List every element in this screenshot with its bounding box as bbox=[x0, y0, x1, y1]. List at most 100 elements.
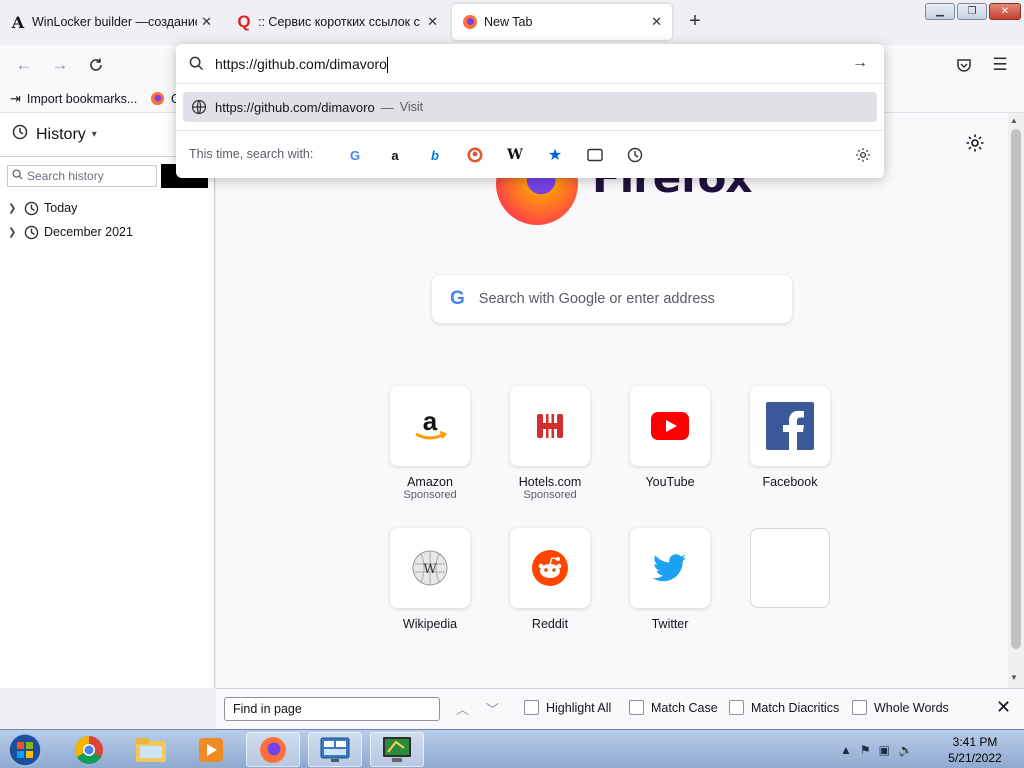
checkbox-box[interactable] bbox=[852, 700, 867, 715]
pocket-icon[interactable] bbox=[952, 53, 976, 77]
control-panel-icon[interactable] bbox=[308, 732, 362, 767]
history-group-december-2021[interactable]: ❯ December 2021 bbox=[8, 221, 133, 243]
restore-button[interactable]: ❐ bbox=[957, 3, 987, 20]
history-group-today[interactable]: ❯ Today bbox=[8, 197, 77, 219]
chevron-right-icon: ❯ bbox=[8, 202, 17, 214]
new-tab-button[interactable]: + bbox=[684, 10, 706, 34]
start-button[interactable] bbox=[3, 731, 47, 768]
show-hidden-icons-arrow[interactable]: ▲ bbox=[840, 743, 852, 757]
import-bookmarks-label: Import bookmarks... bbox=[26, 92, 138, 106]
system-tray: ▲ ⚑ ▣ 🔈 bbox=[840, 736, 921, 764]
shortcut-twitter[interactable]: Twitter bbox=[630, 528, 710, 631]
taskbar-clock[interactable]: 3:41 PM 5/21/2022 bbox=[935, 734, 1015, 766]
media-player-icon[interactable] bbox=[184, 732, 238, 767]
scrollbar-thumb[interactable] bbox=[1011, 129, 1021, 649]
history-group-label: December 2021 bbox=[44, 225, 133, 239]
tile-label: Hotels.com bbox=[518, 475, 582, 489]
tab-winlocker[interactable]: A WinLocker builder —создание ✕ bbox=[0, 4, 222, 40]
action-center-flag-icon[interactable]: ⚑ bbox=[860, 743, 871, 757]
shortcut-reddit[interactable]: Reddit bbox=[510, 528, 590, 631]
checkbox-box[interactable] bbox=[629, 700, 644, 715]
vertical-scrollbar[interactable]: ▲ ▼ bbox=[1008, 113, 1024, 688]
url-input[interactable]: https://github.com/dimavoro → bbox=[176, 44, 884, 84]
url-text-wrap: https://github.com/dimavoro bbox=[215, 56, 388, 74]
shortcut-hotels[interactable]: Hotels.com Sponsored bbox=[510, 386, 590, 501]
checkbox-label: Highlight All bbox=[546, 700, 612, 715]
shortcut-empty-slot[interactable] bbox=[750, 528, 830, 608]
network-icon[interactable]: ▣ bbox=[879, 743, 890, 757]
import-bookmarks-link[interactable]: ⇥ Import bookmarks... bbox=[10, 91, 137, 107]
search-placeholder: Search with Google or enter address bbox=[478, 291, 715, 307]
tabs-icon[interactable] bbox=[586, 146, 604, 164]
tab-short-links[interactable]: Q :: Сервис коротких ссылок с о ✕ bbox=[226, 4, 448, 40]
facebook-icon bbox=[750, 386, 830, 466]
wikipedia-icon[interactable]: W bbox=[506, 146, 524, 164]
clock-icon bbox=[22, 223, 40, 241]
tab-favicon-q: Q bbox=[237, 12, 251, 31]
amazon-icon[interactable]: a bbox=[386, 146, 404, 164]
close-icon[interactable]: ✕ bbox=[201, 14, 212, 30]
url-suggestion-row[interactable]: https://github.com/dimavoro — Visit bbox=[183, 92, 877, 122]
go-arrow-icon[interactable]: → bbox=[852, 54, 868, 72]
checkbox-box[interactable] bbox=[524, 700, 539, 715]
shortcut-youtube[interactable]: YouTube bbox=[630, 386, 710, 489]
tab-new-tab[interactable]: New Tab ✕ bbox=[452, 4, 672, 40]
find-in-page-input[interactable]: Find in page bbox=[224, 697, 440, 721]
minimize-button[interactable]: ▁ bbox=[925, 3, 955, 20]
checkbox-box[interactable] bbox=[729, 700, 744, 715]
monitor-app-icon[interactable] bbox=[370, 732, 424, 767]
volume-icon[interactable]: 🔈 bbox=[898, 743, 913, 757]
history-group-label: Today bbox=[44, 201, 78, 215]
back-arrow-icon[interactable]: ← bbox=[12, 53, 36, 77]
clock-icon bbox=[12, 124, 28, 145]
google-icon[interactable]: G bbox=[346, 146, 364, 164]
tile-label: Facebook bbox=[762, 475, 818, 489]
scroll-down-arrow[interactable]: ▼ bbox=[1010, 673, 1018, 682]
search-history-input[interactable]: Search history bbox=[7, 165, 157, 187]
firefox-icon[interactable] bbox=[246, 732, 300, 767]
folder-icon[interactable] bbox=[124, 732, 178, 767]
chevron-up-icon[interactable]: ︿ bbox=[456, 699, 469, 718]
suggestion-url: https://github.com/dimavoro bbox=[215, 99, 375, 115]
close-window-button[interactable]: ✕ bbox=[989, 3, 1021, 20]
hamburger-menu-icon[interactable]: ☰ bbox=[988, 53, 1012, 77]
duckduckgo-icon[interactable] bbox=[466, 146, 484, 164]
close-icon[interactable]: ✕ bbox=[651, 14, 662, 30]
bing-icon[interactable]: b bbox=[426, 146, 444, 164]
clock-icon bbox=[22, 199, 40, 217]
star-icon[interactable]: ★ bbox=[546, 146, 564, 164]
shortcut-wikipedia[interactable]: W Wikipedia bbox=[390, 528, 470, 631]
whole-words-checkbox[interactable]: Whole Words bbox=[852, 700, 949, 715]
new-tab-page: Firefox G Search with Google or enter ad… bbox=[216, 113, 1008, 688]
highlight-all-checkbox[interactable]: Highlight All bbox=[524, 700, 611, 715]
chevron-right-icon: ❯ bbox=[8, 226, 17, 238]
close-icon[interactable]: ✕ bbox=[996, 697, 1011, 718]
clock-icon[interactable] bbox=[626, 146, 644, 164]
tile-label: Amazon bbox=[407, 475, 453, 489]
sponsored-label: Sponsored bbox=[523, 489, 577, 501]
firefox-icon bbox=[462, 14, 478, 30]
gear-icon[interactable] bbox=[854, 146, 872, 164]
text-caret bbox=[386, 57, 388, 74]
match-case-checkbox[interactable]: Match Case bbox=[629, 700, 718, 715]
wikipedia-icon: W bbox=[390, 528, 470, 608]
google-search-box[interactable]: G Search with Google or enter address bbox=[432, 275, 792, 323]
sponsored-label: Sponsored bbox=[403, 489, 457, 501]
checkbox-label: Whole Words bbox=[874, 700, 949, 715]
shortcut-amazon[interactable]: a Amazon Sponsored bbox=[390, 386, 470, 501]
twitter-icon bbox=[630, 528, 710, 608]
forward-arrow-icon[interactable]: → bbox=[48, 53, 72, 77]
reload-icon[interactable] bbox=[84, 53, 108, 77]
gear-icon[interactable] bbox=[965, 133, 987, 155]
checkbox-label: Match Diacritics bbox=[751, 700, 840, 715]
chrome-icon[interactable] bbox=[62, 732, 116, 767]
scroll-up-arrow[interactable]: ▲ bbox=[1010, 116, 1018, 125]
windows-taskbar: ▲ ⚑ ▣ 🔈 3:41 PM 5/21/2022 bbox=[0, 729, 1024, 768]
close-icon[interactable]: ✕ bbox=[427, 14, 438, 30]
chevron-down-icon[interactable]: ﹀ bbox=[486, 699, 499, 718]
find-bar: Find in page ︿ ﹀ Highlight All Match Cas… bbox=[216, 688, 1024, 729]
shortcut-facebook[interactable]: Facebook bbox=[750, 386, 830, 489]
hotels-icon bbox=[510, 386, 590, 466]
firefox-icon bbox=[150, 91, 165, 106]
match-diacritics-checkbox[interactable]: Match Diacritics bbox=[729, 700, 839, 715]
